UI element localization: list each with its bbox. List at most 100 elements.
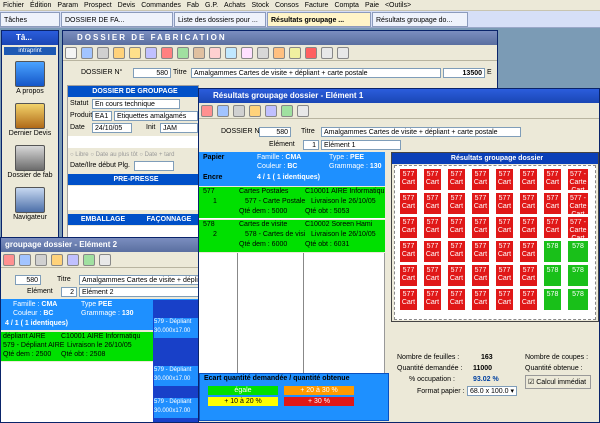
sheet-cell[interactable]: 577 Cart [399, 168, 418, 191]
check-icon[interactable] [321, 47, 333, 59]
sheet-cell[interactable]: 577 Cart [471, 288, 490, 311]
sheet-cell[interactable]: 577 Cart [495, 192, 514, 215]
new-icon[interactable] [65, 47, 77, 59]
sheet-cell[interactable]: 577 Cart [543, 216, 562, 239]
task-liste-dossiers[interactable]: Liste des dossiers pour ... [174, 12, 266, 27]
sheet-cell[interactable]: 578 [567, 264, 589, 287]
radio-libre[interactable]: ○ Libre [70, 152, 89, 158]
list-icon[interactable] [265, 105, 277, 117]
results-title[interactable]: Résultats groupage dossier - Elément 1 [199, 89, 599, 103]
sheet-cell[interactable]: 577 Cart [423, 240, 442, 263]
element2-title[interactable]: groupage dossier - Elément 2 [1, 238, 199, 252]
element2-row[interactable]: dépliant AIRE 579 - Dépliant AIRE Qté de… [1, 332, 153, 361]
menu-fichier[interactable]: Fichier [0, 0, 27, 10]
chart-icon[interactable] [225, 47, 237, 59]
sidenav-item-dossier-fab[interactable]: Dossier de fab [2, 139, 58, 181]
task-resultats-2[interactable]: Résultats groupage do... [372, 12, 468, 27]
menu-facture[interactable]: Facture [302, 0, 332, 10]
sheet-cell[interactable]: 577 Cart [519, 264, 538, 287]
menu-devis[interactable]: Devis [115, 0, 139, 10]
save-icon[interactable] [81, 47, 93, 59]
open-icon[interactable] [51, 254, 63, 266]
stack-icon[interactable] [257, 47, 269, 59]
sheet-cell[interactable]: 577 Cart [399, 216, 418, 239]
sheet-cell[interactable]: 577 Cart [471, 240, 490, 263]
produit-code[interactable]: EA1 [92, 111, 112, 121]
sheet-cell[interactable]: 577 Cart [471, 264, 490, 287]
sheet-cell[interactable]: 577 Cart [471, 216, 490, 239]
results-element-number[interactable]: 1 [303, 140, 319, 150]
sheet-cell[interactable]: 577 Cart [471, 168, 490, 191]
sidenav-item-apropos[interactable]: A propos [2, 57, 58, 97]
sheet-cell[interactable]: 578 [543, 240, 562, 263]
sheet-cell[interactable]: 577 Cart [519, 192, 538, 215]
run-icon[interactable] [83, 254, 95, 266]
date-debut-field[interactable] [134, 161, 174, 171]
list-icon[interactable] [67, 254, 79, 266]
sheet-cell[interactable]: 577 Cart [495, 288, 514, 311]
sheet-cell[interactable]: 577 Cart [519, 216, 538, 239]
sheet-cell[interactable]: 577 Cart [399, 288, 418, 311]
sheet-cell[interactable]: 577 Cart [399, 192, 418, 215]
close-icon[interactable] [337, 47, 349, 59]
date-field[interactable]: 24/10/05 [92, 123, 132, 133]
menu-edition[interactable]: Édition [27, 0, 54, 10]
sheet-cell[interactable]: 577 - Carte Cart [567, 192, 589, 215]
folder-icon[interactable] [129, 47, 141, 59]
grid-cell[interactable]: 579 - Dépliant 30.000x17.00 [154, 366, 199, 386]
radio-date-tot[interactable]: ○ Date au plus tôt [90, 152, 137, 158]
sidenav-item-dernier-devis[interactable]: Dernier Devis [2, 97, 58, 139]
format-select[interactable]: 68.0 x 100.0 ▾ [467, 386, 517, 396]
sheet-cell[interactable]: 577 Cart [423, 192, 442, 215]
sheet-cell[interactable]: 577 Cart [543, 168, 562, 191]
menu-paie[interactable]: Paie [362, 0, 382, 10]
task-dossier-fab[interactable]: DOSSIER DE FA... [61, 12, 173, 27]
sheet-cell[interactable]: 577 Cart [495, 168, 514, 191]
sheet-cell[interactable]: 578 [567, 288, 589, 311]
task-taches[interactable]: Tâches [0, 12, 60, 27]
statut-field[interactable]: En cours technique [92, 99, 180, 109]
delete-icon[interactable] [3, 254, 15, 266]
sheet-cell[interactable]: 577 Cart [471, 192, 490, 215]
sheet-cell[interactable]: 577 Cart [399, 264, 418, 287]
open-icon[interactable] [249, 105, 261, 117]
sidenav-item-navigateur[interactable]: Navigateur [2, 181, 58, 223]
sheet-cell[interactable]: 577 Cart [519, 240, 538, 263]
delete-icon[interactable] [201, 105, 213, 117]
init-field[interactable]: JAM [160, 123, 198, 133]
results-element-field[interactable]: Elément 1 [321, 140, 401, 150]
menu-prospect[interactable]: Prospect [81, 0, 115, 10]
print-icon[interactable] [35, 254, 47, 266]
sheet-cell[interactable]: 577 Cart [447, 192, 466, 215]
amount-field[interactable]: 13500 [443, 68, 485, 78]
sheet-cell[interactable]: 577 Cart [447, 168, 466, 191]
close-icon[interactable] [297, 105, 309, 117]
sheet-cell[interactable]: 577 - Carte Cart [567, 168, 589, 191]
produit-field[interactable]: Etiquettes amalgamés [114, 111, 198, 121]
result-row-577[interactable]: 577 1 Cartes Postales 577 - Carte Postal… [199, 187, 385, 219]
menu-achats[interactable]: Achats [221, 0, 248, 10]
calcul-immediat-checkbox[interactable]: ☑ Calcul immédiat [525, 375, 591, 389]
results-titre[interactable]: Amalgammes Cartes de visite + dépliant +… [321, 127, 521, 137]
menu-fab[interactable]: Fab [184, 0, 202, 10]
sheet-cell[interactable]: 577 Cart [447, 288, 466, 311]
sheet-cell[interactable]: 577 Cart [447, 240, 466, 263]
sheet-cell[interactable]: 578 [543, 264, 562, 287]
sheet-cell[interactable]: 577 Cart [447, 216, 466, 239]
menu-commandes[interactable]: Commandes [138, 0, 184, 10]
menu-outils[interactable]: <Outils> [382, 0, 414, 10]
sheet-cell[interactable]: 577 Cart [399, 240, 418, 263]
print-icon[interactable] [233, 105, 245, 117]
save-icon[interactable] [19, 254, 31, 266]
sheet-cell[interactable]: 577 Cart [423, 168, 442, 191]
print-icon[interactable] [97, 47, 109, 59]
sheet-cell[interactable]: 578 [543, 288, 562, 311]
sheet-cell[interactable]: 577 Cart [423, 288, 442, 311]
menu-consos[interactable]: Consos [272, 0, 302, 10]
run-icon[interactable] [177, 47, 189, 59]
flag-icon[interactable] [209, 47, 221, 59]
open-icon[interactable] [113, 47, 125, 59]
results-dossier-number[interactable]: 580 [259, 127, 291, 137]
sheet-cell[interactable]: 577 Cart [495, 240, 514, 263]
menu-param[interactable]: Param [54, 0, 81, 10]
